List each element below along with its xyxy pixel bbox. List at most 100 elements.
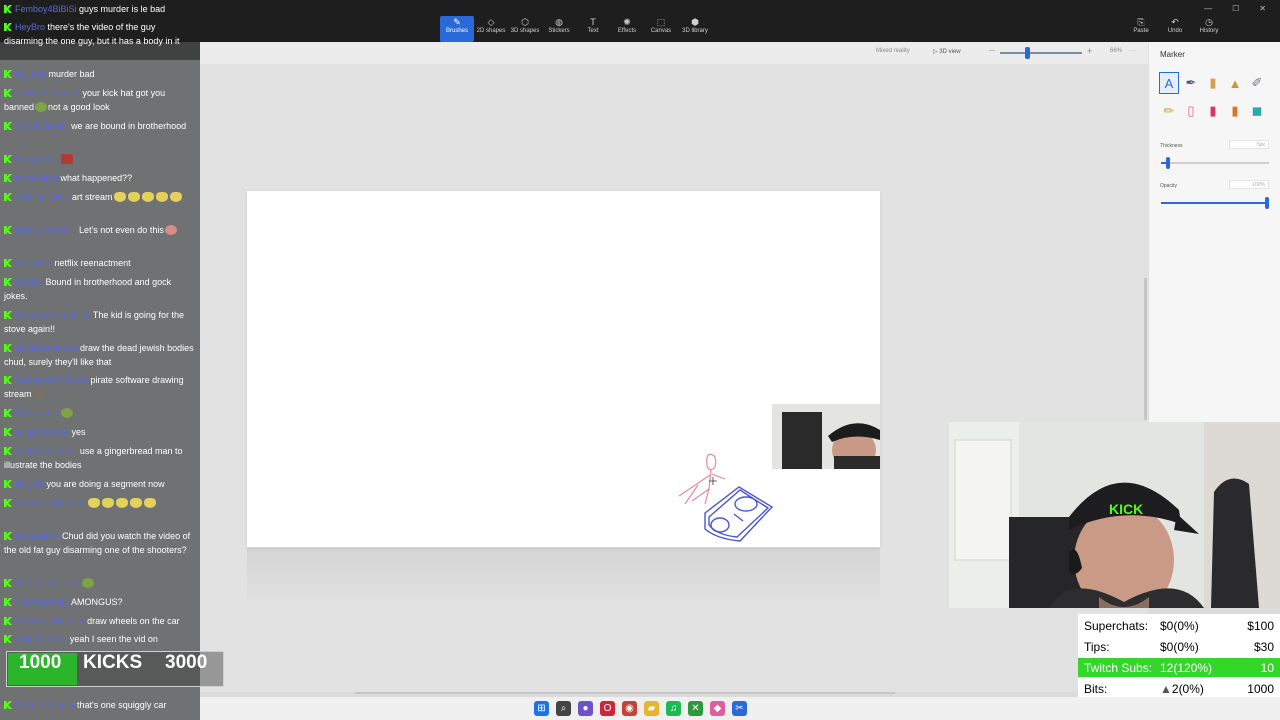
chat-username[interactable]: dwhstakish (15, 531, 60, 541)
crayon-icon[interactable]: ▮ (1203, 100, 1223, 122)
xbox-icon[interactable]: ✕ (688, 701, 703, 716)
drawing-canvas[interactable] (247, 191, 880, 547)
tool-label: Stickers (548, 28, 570, 34)
chat-username[interactable]: Banglooks (15, 154, 57, 164)
chat-username[interactable]: BangBird (15, 258, 52, 268)
chat-username[interactable]: AvitalMcBeth (15, 634, 67, 644)
opacity-slider[interactable] (1161, 197, 1269, 209)
chat-message: Banglooks (4, 152, 196, 166)
kick-badge-icon (4, 70, 12, 78)
chat-text: murder bad (48, 69, 95, 79)
chat-username[interactable]: ericlovesmemes (15, 88, 80, 98)
3d-view-toggle[interactable]: ▷ 3D view (933, 48, 961, 55)
tool-paste[interactable]: ⎘ Paste (1124, 16, 1158, 42)
chat-username[interactable]: Bobbin (15, 277, 43, 287)
calligraphy-pen-icon[interactable]: ✒ (1181, 72, 1201, 94)
chat-username[interactable]: VTopChanchi (15, 121, 69, 131)
chat-username[interactable]: ukigamonster (15, 427, 69, 437)
spotify-icon[interactable]: ♫ (666, 701, 681, 716)
thickness-slider-thumb[interactable] (1166, 157, 1171, 169)
stat-value: $0(0%) (1160, 640, 1199, 654)
emote-icon (130, 498, 143, 508)
snipping-icon[interactable]: ✂ (732, 701, 747, 716)
opacity-input[interactable]: 100% (1229, 180, 1269, 189)
pencil-icon[interactable]: ✏ (1159, 100, 1179, 122)
3d-view-label: 3D view (939, 49, 961, 55)
oil-brush-icon[interactable]: ▮ (1203, 72, 1223, 94)
chat-message: BoopingEverything The kid is going for t… (4, 308, 196, 336)
chat-username[interactable]: Vladner_Wheeler (15, 616, 85, 626)
tool-text[interactable]: T Text (576, 16, 610, 42)
tool-3d-library[interactable]: ⬢ 3D library (678, 16, 712, 42)
marker-icon[interactable]: A (1159, 72, 1179, 94)
kick-badge-icon (4, 23, 12, 31)
thickness-slider[interactable] (1161, 157, 1269, 169)
chat-username[interactable]: tim_tbfi (15, 479, 44, 489)
kick-badge-icon (4, 376, 12, 384)
chat-username[interactable]: HeyBro (15, 22, 45, 32)
tool-brushes[interactable]: ✎ Brushes (440, 16, 474, 42)
tool-effects[interactable]: ✺ Effects (610, 16, 644, 42)
tool-3d-shapes[interactable]: ⬡ 3D shapes (508, 16, 542, 42)
chat-message: sayisthesamme draw the dead jewish bodie… (4, 341, 196, 369)
chat-username[interactable]: TheAstronaut (15, 597, 69, 607)
horizontal-scrollbar[interactable] (355, 692, 895, 694)
spray-can-icon[interactable]: ▮ (1225, 100, 1245, 122)
chat-username[interactable]: kai_mai (15, 69, 46, 79)
chat-username[interactable]: atkinsnight (15, 173, 58, 183)
zoom-out-icon[interactable]: — (989, 48, 995, 54)
chat-username[interactable]: ZachariahMcBride (15, 375, 88, 385)
paint3d-icon[interactable]: ◆ (710, 701, 725, 716)
chat-username[interactable]: Carlos_Wieder (15, 700, 75, 710)
eraser-icon[interactable]: ▯ (1181, 100, 1201, 122)
chat-message: VTopChanchi we are bound in brotherhood (4, 119, 196, 133)
opacity-slider-fill (1161, 202, 1269, 204)
close-icon[interactable]: ✕ (1259, 4, 1266, 13)
obs-icon[interactable]: ● (578, 701, 593, 716)
mixed-reality-button[interactable]: Mixed reality (876, 48, 910, 54)
zoom-slider-thumb[interactable] (1025, 47, 1030, 59)
canvas-shadow (247, 548, 880, 608)
chat-message: Bobbin Bound in brotherhood and gock jok… (4, 275, 196, 303)
chat-username[interactable]: Femboy4BiBiSi (15, 4, 77, 14)
chrome-icon[interactable]: ◉ (622, 701, 637, 716)
minimize-icon[interactable]: — (1204, 4, 1212, 13)
pixel-pen-icon[interactable]: ✐ (1247, 72, 1267, 94)
chat-message: Carlos_Wieder that's one squiggly car (4, 698, 196, 712)
chat-username[interactable]: fatfun_Windmill (15, 225, 77, 235)
tool-2d-shapes[interactable]: ◇ 2D shapes (474, 16, 508, 42)
kicks-goal-start: 1000 (19, 652, 62, 673)
tool-undo[interactable]: ↶ Undo (1158, 16, 1192, 42)
search-icon[interactable]: ⌕ (556, 701, 571, 716)
chat-message: tim_tbfi you are doing a segment now (4, 477, 196, 491)
tool-stickers[interactable]: ◍ Stickers (542, 16, 576, 42)
chat-username[interactable]: BoopingEverything (15, 310, 91, 320)
watercolor-icon[interactable]: ▲ (1225, 72, 1245, 94)
tool-canvas[interactable]: ⬚ Canvas (644, 16, 678, 42)
tool-label: Brushes (445, 28, 468, 34)
tool-label: Effects (617, 28, 637, 34)
chat-username[interactable]: Vladner_Wheeler (15, 498, 85, 508)
chat-username[interactable]: sayisthesamme (15, 343, 78, 353)
thickness-input[interactable]: 5px (1229, 140, 1269, 149)
tool-history[interactable]: ◷ History (1192, 16, 1226, 42)
stat-goal: 1000 (1247, 682, 1274, 696)
opera-icon[interactable]: O (600, 701, 615, 716)
opacity-slider-thumb[interactable] (1265, 197, 1269, 209)
kick-badge-icon (4, 579, 12, 587)
chat-username[interactable]: SLyrozone (15, 408, 58, 418)
maximize-icon[interactable]: ☐ (1232, 4, 1239, 13)
fill-icon[interactable]: ◼ (1247, 100, 1267, 122)
chat-username[interactable]: iamtheboffather (15, 446, 77, 456)
windows-start-icon[interactable]: ⊞ (534, 701, 549, 716)
zoom-slider-track[interactable] (1000, 52, 1082, 54)
vertical-scrollbar[interactable] (1144, 278, 1147, 420)
zoom-in-icon[interactable]: + (1087, 46, 1092, 56)
chat-message: D_R_E_D_D_S (4, 576, 196, 590)
chat-username[interactable]: AlHaiderAllen (15, 192, 70, 202)
more-options-icon[interactable]: ··· (1130, 48, 1136, 54)
chat-username[interactable]: D_R_E_D_D_S (15, 578, 78, 588)
emote-icon (32, 389, 45, 399)
emote-icon (164, 225, 177, 235)
file-explorer-icon[interactable]: ▰ (644, 701, 659, 716)
